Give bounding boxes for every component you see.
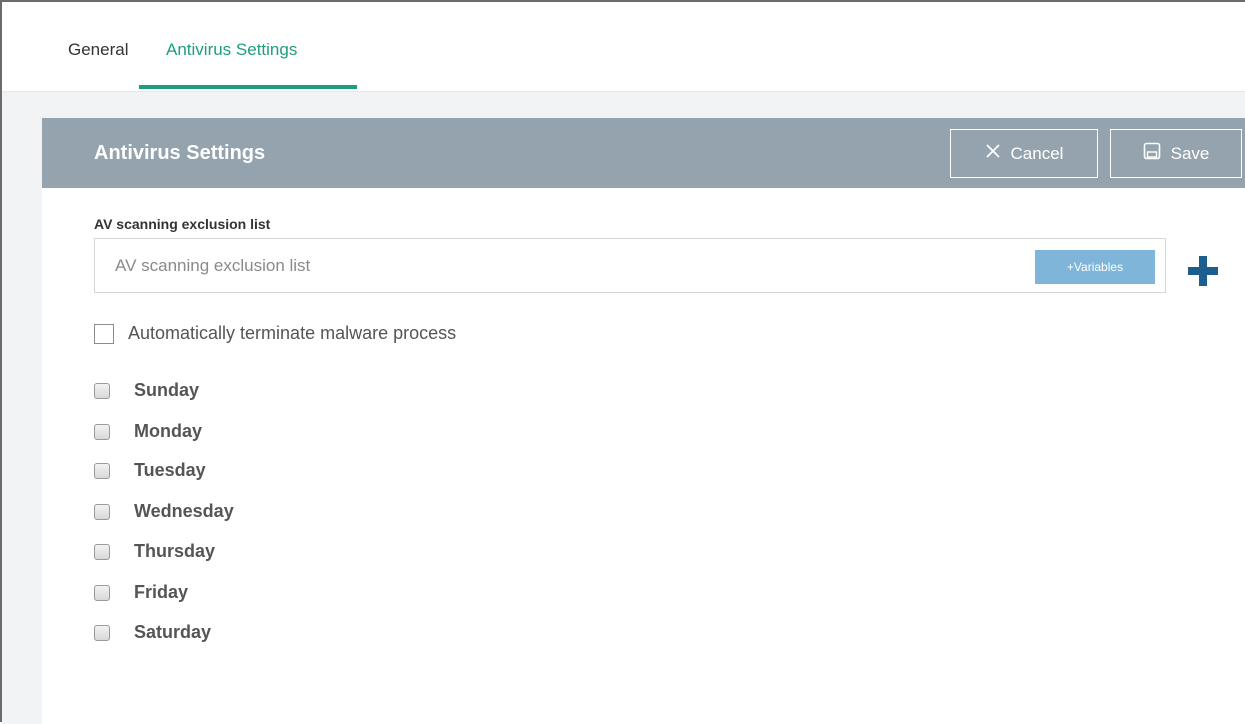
auto-terminate-checkbox[interactable] <box>94 323 114 344</box>
day-label: Saturday <box>134 622 212 642</box>
day-option-monday[interactable]: Monday <box>94 421 202 442</box>
antivirus-settings-panel: Antivirus Settings Cancel Save AV scanni… <box>42 118 1245 724</box>
day-label: Thursday <box>134 541 216 561</box>
day-label: Wednesday <box>134 501 234 521</box>
auto-terminate-option[interactable]: Automatically terminate malware process <box>94 323 456 344</box>
day-checkbox[interactable] <box>94 624 110 641</box>
day-label: Tuesday <box>134 460 206 480</box>
day-option-wednesday[interactable]: Wednesday <box>94 501 234 522</box>
day-option-tuesday[interactable]: Tuesday <box>94 460 206 481</box>
content-area: Antivirus Settings Cancel Save AV scanni… <box>2 92 1245 724</box>
cancel-button-label: Cancel <box>1010 143 1064 163</box>
day-option-saturday[interactable]: Saturday <box>94 622 211 643</box>
day-checkbox[interactable] <box>94 382 110 399</box>
day-label: Friday <box>134 582 189 602</box>
day-label: Monday <box>134 421 203 441</box>
add-exclusion-button[interactable] <box>1186 254 1220 288</box>
day-option-thursday[interactable]: Thursday <box>94 541 215 562</box>
day-label: Sunday <box>134 380 200 400</box>
day-checkbox[interactable] <box>94 543 110 560</box>
day-checkbox[interactable] <box>94 503 110 520</box>
exclusion-list-input[interactable] <box>95 239 1025 292</box>
plus-icon <box>1186 256 1220 292</box>
panel-header: Antivirus Settings Cancel Save <box>42 118 1245 188</box>
tab-general[interactable]: General <box>68 40 128 60</box>
save-button-label: Save <box>1170 143 1210 163</box>
active-tab-indicator <box>139 85 357 89</box>
day-checkbox[interactable] <box>94 423 110 440</box>
day-option-sunday[interactable]: Sunday <box>94 380 199 401</box>
exclusion-list-field: +Variables <box>94 238 1166 293</box>
day-checkbox[interactable] <box>94 584 110 601</box>
cancel-button[interactable]: Cancel <box>950 129 1098 178</box>
app-window: General Antivirus Settings Antivirus Set… <box>0 0 1245 724</box>
save-disk-icon <box>1143 142 1161 165</box>
panel-title: Antivirus Settings <box>94 142 266 164</box>
variables-button[interactable]: +Variables <box>1035 250 1155 284</box>
auto-terminate-label: Automatically terminate malware process <box>128 323 457 343</box>
tab-bar: General Antivirus Settings <box>2 2 1245 92</box>
tab-antivirus-settings[interactable]: Antivirus Settings <box>166 40 297 60</box>
day-checkbox[interactable] <box>94 462 110 479</box>
save-button[interactable]: Save <box>1110 129 1242 178</box>
exclusion-list-label: AV scanning exclusion list <box>94 216 271 232</box>
day-option-friday[interactable]: Friday <box>94 582 188 603</box>
close-icon <box>985 143 1001 164</box>
